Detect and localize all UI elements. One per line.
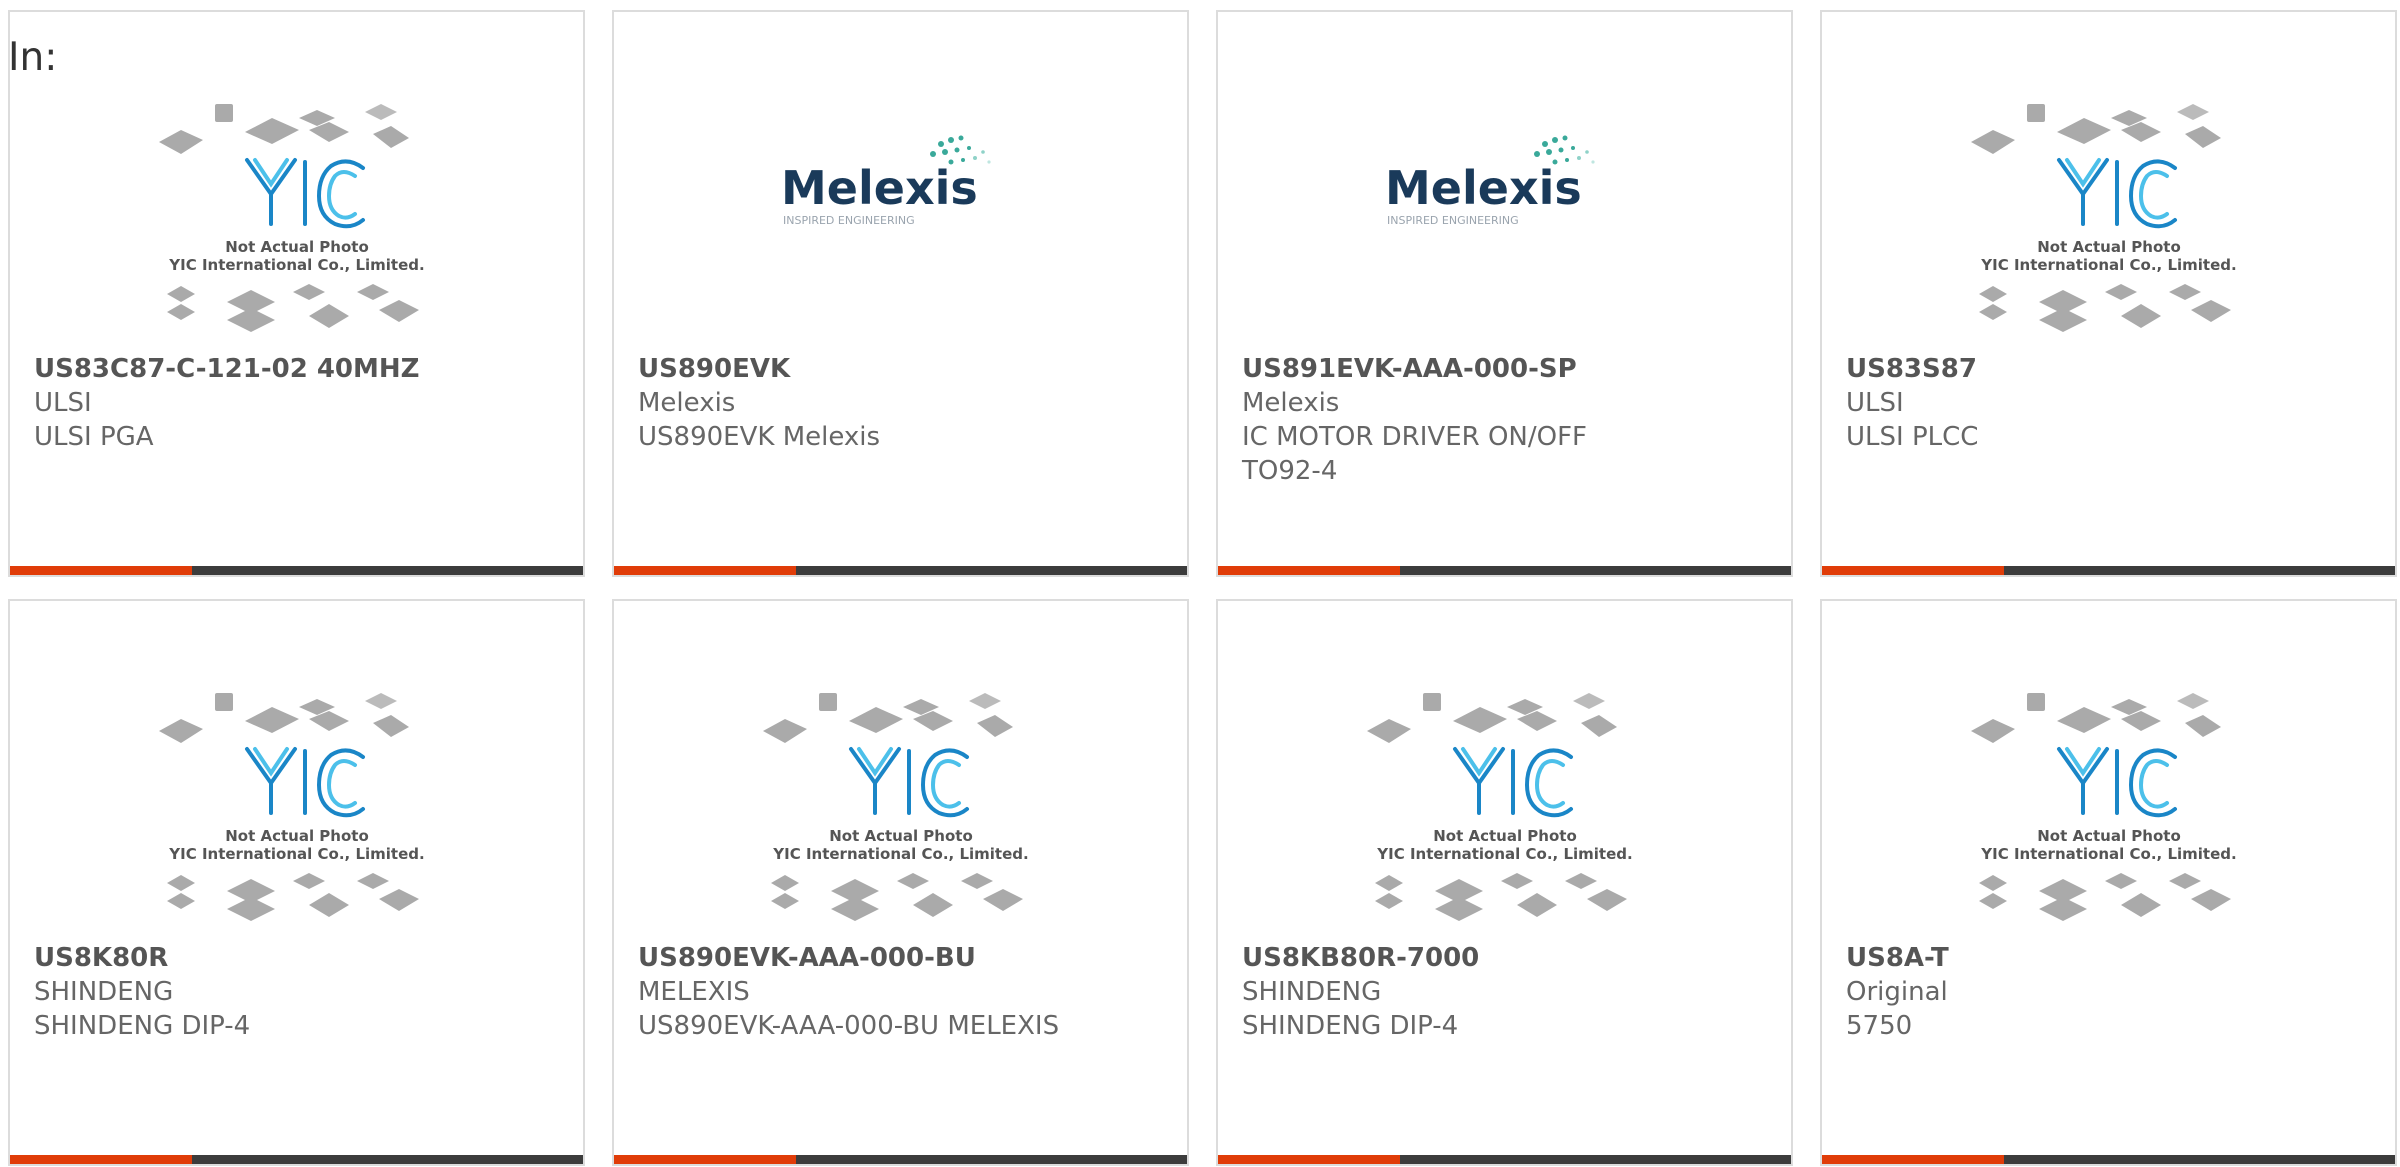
product-image[interactable]: Not Actual Photo YIC International Co., … bbox=[1822, 681, 2395, 941]
card-accent-bar bbox=[614, 566, 1187, 575]
card-accent-bar bbox=[10, 1155, 583, 1164]
placeholder-caption-line1: Not Actual Photo bbox=[1433, 827, 1577, 845]
part-number-link[interactable]: US83C87-C-121-02 40MHZ bbox=[34, 352, 567, 386]
description: ULSI PGA bbox=[34, 422, 154, 452]
product-card[interactable]: Melexis INSPIRED ENGINEERING US891EVK-AA… bbox=[1216, 10, 1793, 577]
product-card[interactable]: Not Actual Photo YIC International Co., … bbox=[8, 10, 585, 577]
part-number-link[interactable]: US83S87 bbox=[1846, 352, 2379, 386]
placeholder-image: Not Actual Photo YIC International Co., … bbox=[158, 693, 424, 921]
manufacturer: SHINDENG bbox=[34, 977, 174, 1007]
placeholder-caption-line1: Not Actual Photo bbox=[2037, 827, 2181, 845]
placeholder-image: Not Actual Photo YIC International Co., … bbox=[158, 104, 424, 332]
melexis-tagline: INSPIRED ENGINEERING bbox=[1387, 214, 1519, 227]
part-number-link[interactable]: US8A-T bbox=[1846, 941, 2379, 975]
manufacturer: ULSI bbox=[1846, 388, 1904, 418]
card-accent-bar bbox=[1822, 566, 2395, 575]
placeholder-image: Not Actual Photo YIC International Co., … bbox=[762, 693, 1028, 921]
card-accent-bar bbox=[614, 1155, 1187, 1164]
product-image[interactable]: Not Actual Photo YIC International Co., … bbox=[10, 92, 583, 352]
placeholder-caption-line1: Not Actual Photo bbox=[225, 827, 369, 845]
description: IC MOTOR DRIVER ON/OFF TO92-4 bbox=[1242, 422, 1588, 486]
description: US890EVK Melexis bbox=[638, 422, 881, 452]
product-card[interactable]: Not Actual Photo YIC International Co., … bbox=[1820, 599, 2397, 1166]
placeholder-caption-line2: YIC International Co., Limited. bbox=[772, 845, 1028, 863]
product-card[interactable]: Melexis INSPIRED ENGINEERING US890EVK Me… bbox=[612, 10, 1189, 577]
in-label: In: bbox=[8, 35, 58, 80]
melexis-logo: Melexis INSPIRED ENGINEERING bbox=[1385, 135, 1595, 227]
product-card[interactable]: Not Actual Photo YIC International Co., … bbox=[1820, 10, 2397, 577]
placeholder-caption-line2: YIC International Co., Limited. bbox=[168, 256, 424, 274]
placeholder-caption-line1: Not Actual Photo bbox=[2037, 238, 2181, 256]
card-accent-bar bbox=[1218, 566, 1791, 575]
description: 5750 bbox=[1846, 1011, 1913, 1041]
melexis-wordmark: Melexis bbox=[781, 161, 978, 215]
product-card[interactable]: Not Actual Photo YIC International Co., … bbox=[612, 599, 1189, 1166]
manufacturer: Original bbox=[1846, 977, 1948, 1007]
description: SHINDENG DIP-4 bbox=[34, 1011, 251, 1041]
placeholder-image: Not Actual Photo YIC International Co., … bbox=[1970, 693, 2236, 921]
product-image[interactable]: Not Actual Photo YIC International Co., … bbox=[10, 681, 583, 941]
product-image[interactable]: Not Actual Photo YIC International Co., … bbox=[614, 681, 1187, 941]
placeholder-caption-line2: YIC International Co., Limited. bbox=[168, 845, 424, 863]
product-image[interactable]: Not Actual Photo YIC International Co., … bbox=[1822, 92, 2395, 352]
melexis-tagline: INSPIRED ENGINEERING bbox=[783, 214, 915, 227]
placeholder-caption-line1: Not Actual Photo bbox=[829, 827, 973, 845]
part-number-link[interactable]: US8KB80R-7000 bbox=[1242, 941, 1775, 975]
part-number-link[interactable]: US890EVK-AAA-000-BU bbox=[638, 941, 1171, 975]
card-accent-bar bbox=[1218, 1155, 1791, 1164]
product-image[interactable]: Melexis INSPIRED ENGINEERING bbox=[614, 92, 1187, 352]
product-card[interactable]: Not Actual Photo YIC International Co., … bbox=[8, 599, 585, 1166]
part-number-link[interactable]: US8K80R bbox=[34, 941, 567, 975]
card-accent-bar bbox=[1822, 1155, 2395, 1164]
description: US890EVK-AAA-000-BU MELEXIS bbox=[638, 1011, 1060, 1041]
melexis-logo: Melexis INSPIRED ENGINEERING bbox=[781, 135, 991, 227]
description: SHINDENG DIP-4 bbox=[1242, 1011, 1459, 1041]
placeholder-caption-line1: Not Actual Photo bbox=[225, 238, 369, 256]
product-card[interactable]: Not Actual Photo YIC International Co., … bbox=[1216, 599, 1793, 1166]
product-image[interactable]: Not Actual Photo YIC International Co., … bbox=[1218, 681, 1791, 941]
part-number-link[interactable]: US891EVK-AAA-000-SP bbox=[1242, 352, 1775, 386]
manufacturer: SHINDENG bbox=[1242, 977, 1382, 1007]
placeholder-caption-line2: YIC International Co., Limited. bbox=[1980, 845, 2236, 863]
manufacturer: ULSI bbox=[34, 388, 92, 418]
description: ULSI PLCC bbox=[1846, 422, 1979, 452]
placeholder-caption-line2: YIC International Co., Limited. bbox=[1980, 256, 2236, 274]
product-image[interactable]: Melexis INSPIRED ENGINEERING bbox=[1218, 92, 1791, 352]
placeholder-image: Not Actual Photo YIC International Co., … bbox=[1366, 693, 1632, 921]
manufacturer: MELEXIS bbox=[638, 977, 750, 1007]
placeholder-caption-line2: YIC International Co., Limited. bbox=[1376, 845, 1632, 863]
manufacturer: Melexis bbox=[638, 388, 736, 418]
placeholder-image: Not Actual Photo YIC International Co., … bbox=[1970, 104, 2236, 332]
card-accent-bar bbox=[10, 566, 583, 575]
melexis-wordmark: Melexis bbox=[1385, 161, 1582, 215]
manufacturer: Melexis bbox=[1242, 388, 1340, 418]
part-number-link[interactable]: US890EVK bbox=[638, 352, 1171, 386]
